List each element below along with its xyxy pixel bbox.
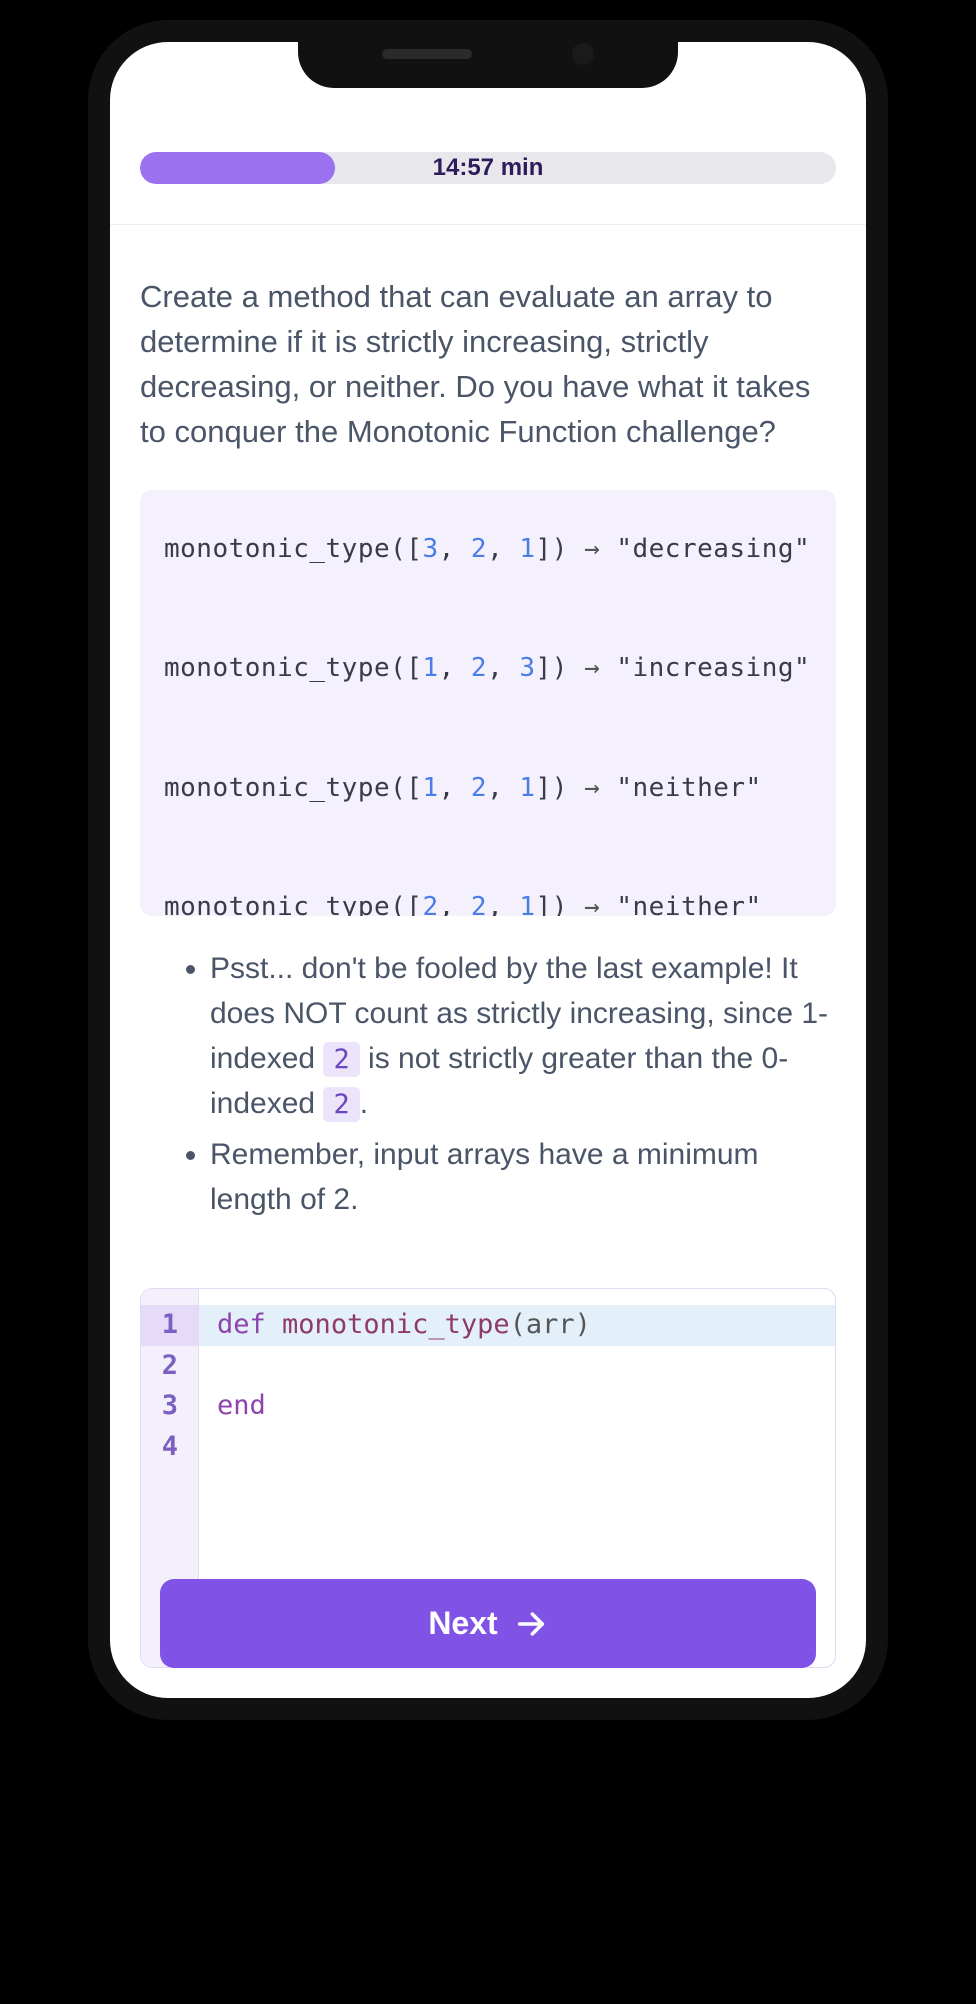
editor-line: [217, 1427, 817, 1468]
phone-notch: [298, 20, 678, 88]
line-number: 4: [162, 1431, 178, 1462]
hints-list: Psst... don't be fooled by the last exam…: [140, 946, 836, 1228]
next-button[interactable]: Next: [160, 1579, 816, 1668]
examples-block: monotonic_type([3, 2, 1]) → "decreasing"…: [140, 490, 836, 916]
next-button-label: Next: [428, 1605, 497, 1642]
arrow-right-icon: [514, 1607, 548, 1641]
line-number: 3: [162, 1390, 178, 1421]
phone-screen: 14:57 min Create a method that can evalu…: [110, 42, 866, 1698]
keyword-end: end: [217, 1390, 266, 1421]
line-number: 1: [141, 1305, 198, 1346]
function-name: monotonic_type: [282, 1309, 510, 1340]
hint-text: Remember, input arrays have a minimum le…: [210, 1138, 759, 1216]
progress-row: 14:57 min: [140, 152, 836, 184]
hint-item: Psst... don't be fooled by the last exam…: [210, 946, 836, 1126]
notch-camera: [572, 43, 594, 65]
phone-frame: 14:57 min Create a method that can evalu…: [88, 20, 888, 1720]
header-divider: [110, 224, 866, 225]
params: (arr): [510, 1309, 591, 1340]
challenge-prompt: Create a method that can evaluate an arr…: [140, 275, 836, 455]
editor-line: [217, 1346, 817, 1387]
inline-code: 2: [323, 1042, 359, 1077]
timer-label: 14:57 min: [433, 154, 544, 182]
editor-line: def monotonic_type(arr): [199, 1305, 835, 1346]
hint-item: Remember, input arrays have a minimum le…: [210, 1132, 836, 1222]
line-number: 2: [162, 1350, 178, 1381]
inline-code: 2: [323, 1087, 359, 1122]
screen-content: 14:57 min Create a method that can evalu…: [110, 42, 866, 1698]
hint-text: .: [360, 1087, 368, 1120]
keyword-def: def: [217, 1309, 266, 1340]
notch-speaker: [382, 49, 472, 59]
editor-line: end: [217, 1386, 817, 1427]
progress-fill: [140, 152, 335, 184]
